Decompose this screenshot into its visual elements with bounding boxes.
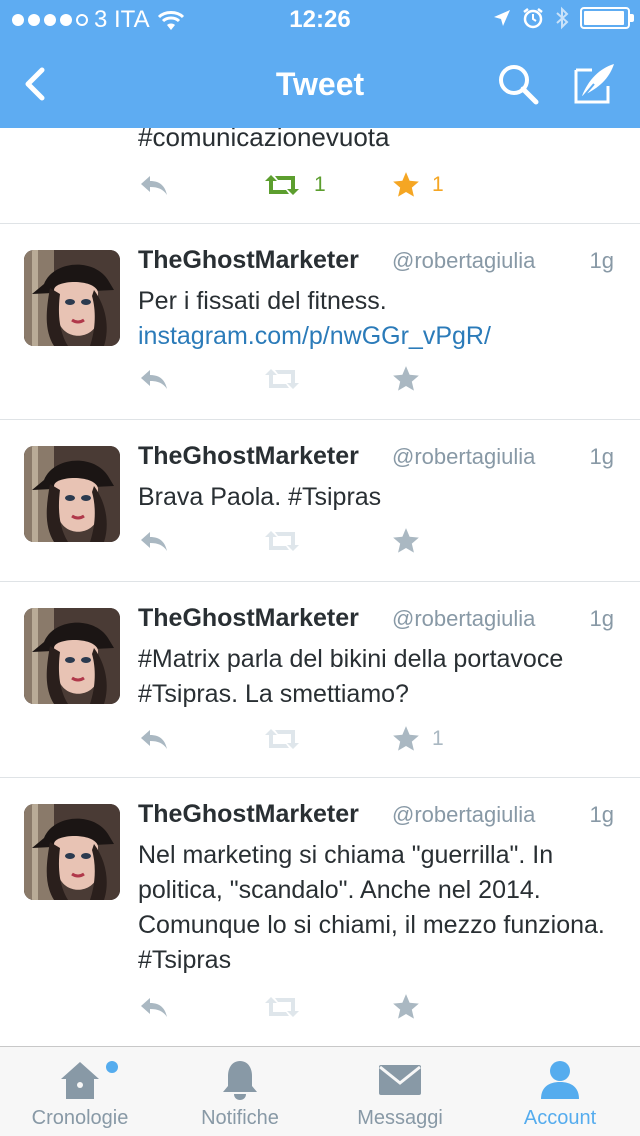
tab-bar: Cronologie Notifiche Messaggi Account — [0, 1046, 640, 1136]
reply-icon — [138, 995, 170, 1019]
reply-button[interactable] — [138, 364, 170, 394]
favorite-button[interactable] — [392, 992, 432, 1022]
retweet-button[interactable] — [262, 992, 302, 1022]
reply-button[interactable] — [138, 526, 170, 556]
retweet-button[interactable]: 1 — [262, 170, 326, 200]
retweet-icon — [262, 367, 302, 391]
home-icon — [61, 1062, 99, 1099]
bell-icon — [223, 1061, 257, 1100]
star-icon — [392, 725, 420, 753]
location-arrow-icon — [494, 10, 510, 26]
tweet-text: Brava Paola. #Tsipras — [138, 483, 382, 511]
tweet-body: Nel marketing si chiama "guerrilla". In … — [138, 838, 618, 978]
tweet-author-handle: @robertagiulia — [392, 248, 536, 273]
envelope-icon — [379, 1065, 421, 1095]
retweet-icon — [262, 727, 302, 751]
favorite-button[interactable]: 1 — [392, 724, 444, 754]
star-icon — [392, 993, 420, 1021]
star-icon — [392, 171, 420, 199]
tweet-actions: 1 1 — [138, 170, 618, 200]
status-right — [492, 6, 634, 30]
top-bar: 3 ITA 12:26 Tweet — [0, 0, 640, 128]
reply-icon — [138, 173, 170, 197]
tab-label: Cronologie — [31, 1107, 129, 1129]
tweet-text: Per i fissati del fitness. — [138, 287, 387, 315]
retweet-button[interactable] — [262, 724, 302, 754]
partial-tweet[interactable]: #comunicazionevuota 1 1 — [0, 128, 640, 224]
tab-label: Messaggi — [357, 1107, 443, 1129]
tweet-actions: 1 — [138, 724, 618, 754]
star-icon — [392, 527, 420, 555]
tweet-text: #Matrix parla del bikini della portavoce… — [138, 645, 564, 708]
battery-icon — [580, 7, 634, 29]
favorite-count: 1 — [432, 727, 444, 750]
timeline[interactable]: #comunicazionevuota 1 1 TheGhostMarketer… — [0, 128, 640, 1046]
avatar[interactable] — [24, 250, 120, 346]
tweet-actions — [138, 364, 618, 394]
notification-badge — [106, 1061, 118, 1073]
tweet-time: 1g — [589, 802, 614, 827]
tweet-text: Nel marketing si chiama "guerrilla". In … — [138, 841, 605, 974]
retweet-icon — [262, 529, 302, 553]
tab-label: Notifiche — [201, 1107, 279, 1129]
tweet-item[interactable]: TheGhostMarketer @robertagiulia 1g #Matr… — [0, 582, 640, 778]
tweet-body: Brava Paola. #Tsipras — [138, 480, 618, 515]
compose-quill-icon[interactable] — [570, 60, 618, 108]
page-title: Tweet — [275, 66, 365, 102]
tweet-actions — [138, 992, 618, 1022]
tab-notifiche[interactable]: Notifiche — [160, 1047, 320, 1136]
retweet-count: 1 — [314, 173, 326, 196]
tweet-time: 1g — [589, 248, 614, 273]
person-icon — [541, 1061, 579, 1099]
star-icon — [392, 365, 420, 393]
tweet-author-name[interactable]: TheGhostMarketer — [138, 800, 359, 829]
search-icon[interactable] — [496, 62, 540, 106]
tweet-body: Per i fissati del fitness. instagram.com… — [138, 284, 618, 354]
favorite-button[interactable] — [392, 364, 432, 394]
tweet-author-name[interactable]: TheGhostMarketer — [138, 246, 359, 275]
tweet-author-handle: @robertagiulia — [392, 606, 536, 631]
retweet-button[interactable] — [262, 526, 302, 556]
tweet-author-handle: @robertagiulia — [392, 444, 536, 469]
tweet-actions — [138, 526, 618, 556]
retweet-button[interactable] — [262, 364, 302, 394]
tweet-author-name[interactable]: TheGhostMarketer — [138, 442, 359, 471]
retweet-icon — [262, 995, 302, 1019]
tweet-text: #comunicazionevuota — [138, 128, 390, 152]
avatar[interactable] — [24, 446, 120, 542]
nav-bar: Tweet — [0, 40, 640, 128]
favorite-button[interactable] — [392, 526, 432, 556]
tweet-time: 1g — [589, 606, 614, 631]
reply-icon — [138, 367, 170, 391]
reply-button[interactable] — [138, 992, 170, 1022]
tab-cronologie[interactable]: Cronologie — [0, 1047, 160, 1136]
favorite-button[interactable]: 1 — [392, 170, 444, 200]
avatar[interactable] — [24, 804, 120, 900]
tweet-author-name[interactable]: TheGhostMarketer — [138, 604, 359, 633]
favorite-count: 1 — [432, 173, 444, 196]
tweet-link[interactable]: instagram.com/p/nwGGr_vPgR/ — [138, 319, 618, 354]
avatar[interactable] — [24, 608, 120, 704]
tab-messaggi[interactable]: Messaggi — [320, 1047, 480, 1136]
reply-button[interactable] — [138, 170, 170, 200]
tab-account[interactable]: Account — [480, 1047, 640, 1136]
reply-icon — [138, 727, 170, 751]
tab-label: Account — [523, 1107, 597, 1129]
tweet-author-handle: @robertagiulia — [392, 802, 536, 827]
bluetooth-icon — [556, 6, 569, 30]
tweet-body: #Matrix parla del bikini della portavoce… — [138, 642, 618, 712]
retweet-icon — [262, 173, 302, 197]
tweet-item[interactable]: TheGhostMarketer @robertagiulia 1g Per i… — [0, 224, 640, 420]
reply-icon — [138, 529, 170, 553]
status-bar: 3 ITA 12:26 — [0, 0, 640, 40]
tweet-item[interactable]: TheGhostMarketer @robertagiulia 1g Nel m… — [0, 778, 640, 1046]
tweet-time: 1g — [589, 444, 614, 469]
reply-button[interactable] — [138, 724, 170, 754]
alarm-icon — [523, 8, 543, 29]
tweet-item[interactable]: TheGhostMarketer @robertagiulia 1g Brava… — [0, 420, 640, 582]
